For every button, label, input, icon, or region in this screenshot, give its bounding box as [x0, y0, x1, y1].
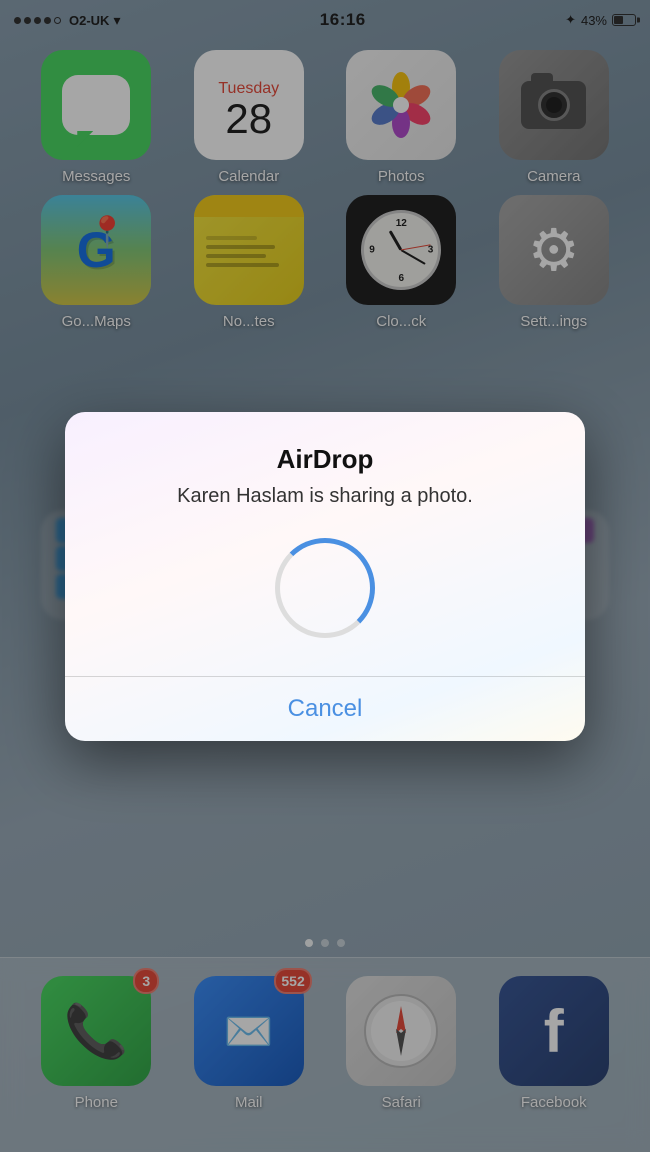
modal-body: AirDrop Karen Haslam is sharing a photo.	[65, 412, 585, 676]
spinner-container	[275, 538, 375, 638]
modal-subtitle: Karen Haslam is sharing a photo.	[177, 485, 473, 508]
modal-overlay: AirDrop Karen Haslam is sharing a photo.…	[0, 0, 650, 1152]
spinner-ring	[275, 538, 375, 638]
cancel-button[interactable]: Cancel	[95, 695, 555, 723]
modal-title: AirDrop	[277, 444, 374, 475]
modal-footer: Cancel	[65, 677, 585, 741]
airdrop-modal: AirDrop Karen Haslam is sharing a photo.…	[65, 412, 585, 741]
